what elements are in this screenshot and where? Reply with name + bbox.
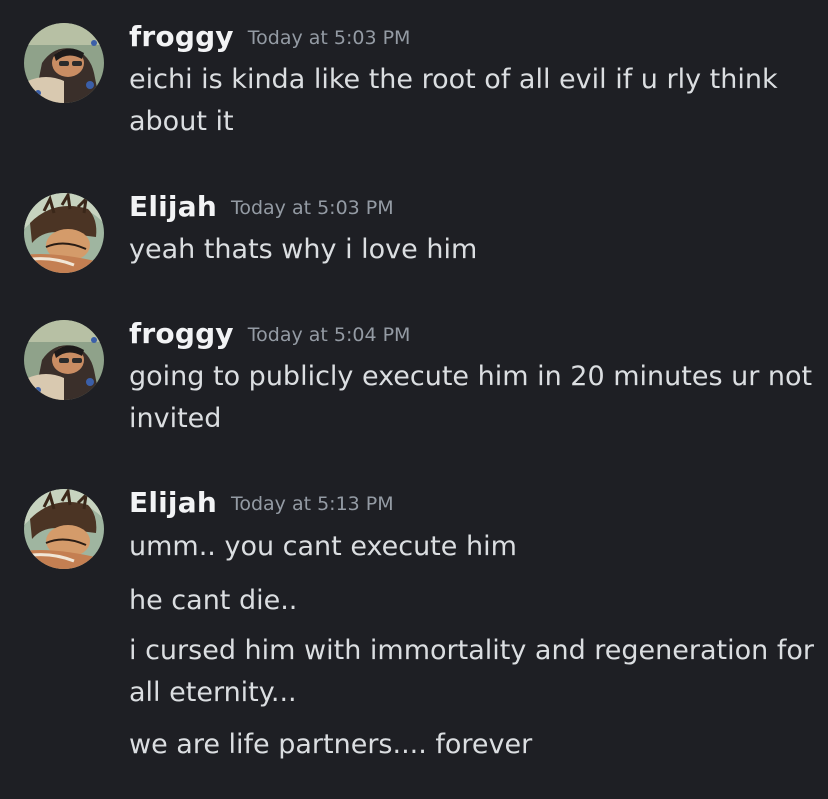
username[interactable]: froggy xyxy=(129,317,234,350)
message-header: Elijah Today at 5:03 PM xyxy=(129,190,394,223)
timestamp[interactable]: Today at 5:04 PM xyxy=(248,324,411,346)
elijah-avatar[interactable] xyxy=(24,489,104,569)
message-text: eichi is kinda like the root of all evil… xyxy=(129,64,778,137)
message-text: i cursed him with immortality and regene… xyxy=(129,635,814,708)
timestamp[interactable]: Today at 5:03 PM xyxy=(231,197,394,219)
username[interactable]: Elijah xyxy=(129,190,217,223)
message-text: we are life partners.... forever xyxy=(129,729,533,760)
username[interactable]: Elijah xyxy=(129,486,217,519)
message-text: going to publicly execute him in 20 minu… xyxy=(129,361,813,434)
message-header: froggy Today at 5:03 PM xyxy=(129,20,410,53)
timestamp[interactable]: Today at 5:13 PM xyxy=(231,493,394,515)
message-text: yeah thats why i love him xyxy=(129,234,478,265)
timestamp[interactable]: Today at 5:03 PM xyxy=(248,27,411,49)
message-text: he cant die.. xyxy=(129,585,298,616)
elijah-avatar[interactable] xyxy=(24,193,104,273)
froggy-avatar[interactable] xyxy=(24,23,104,103)
froggy-avatar[interactable] xyxy=(24,320,104,400)
username[interactable]: froggy xyxy=(129,20,234,53)
message-header: froggy Today at 5:04 PM xyxy=(129,317,410,350)
message-text: umm.. you cant execute him xyxy=(129,531,517,562)
message-header: Elijah Today at 5:13 PM xyxy=(129,486,394,519)
